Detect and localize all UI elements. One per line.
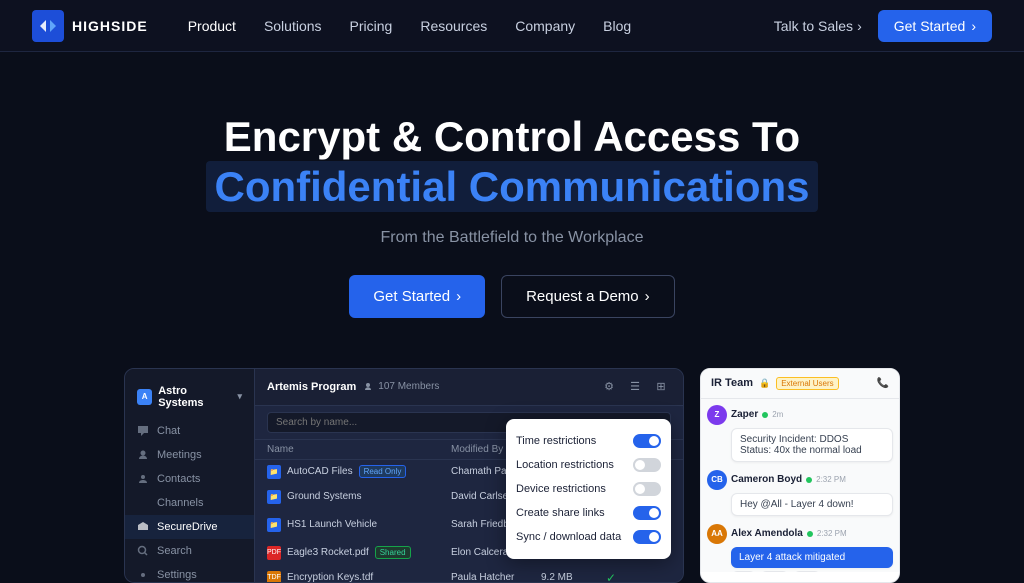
- hero-get-started-button[interactable]: Get Started ›: [349, 275, 485, 318]
- dropdown-item-time: Time restrictions: [516, 429, 661, 453]
- time-restrictions-toggle[interactable]: [633, 434, 661, 448]
- logo-text: HIGHSIDE: [72, 18, 148, 34]
- chat-message: Z Zaper 2m Security Incident: DDOSStatus…: [707, 405, 893, 462]
- nav-actions: Talk to Sales › Get Started ›: [774, 10, 992, 42]
- list-action-icon[interactable]: ☰: [625, 377, 645, 397]
- avatar: CB: [707, 470, 727, 490]
- search-icon: [137, 545, 149, 557]
- file-area-header: Artemis Program 107 Members ⚙ ☰ ⊞: [255, 369, 683, 406]
- logo-icon: [32, 10, 64, 42]
- online-indicator: [806, 477, 812, 483]
- tdf-icon: TDF: [267, 571, 281, 582]
- hero-subtitle: From the Battlefield to the Workplace: [20, 229, 1004, 247]
- message-bubble: Security Incident: DDOSStatus: 40x the n…: [731, 428, 893, 462]
- readonly-badge: Read Only: [359, 465, 407, 478]
- main-file-area: Artemis Program 107 Members ⚙ ☰ ⊞ Name M…: [255, 369, 683, 582]
- online-indicator: [762, 412, 768, 418]
- location-restrictions-toggle[interactable]: [633, 458, 661, 472]
- nav-blog[interactable]: Blog: [603, 18, 631, 34]
- nav-links: Product Solutions Pricing Resources Comp…: [188, 18, 774, 34]
- member-count: 107 Members: [364, 381, 439, 392]
- synced-check: ✓: [606, 571, 671, 582]
- nav-resources[interactable]: Resources: [420, 18, 487, 34]
- contacts-icon: [137, 473, 149, 485]
- file-actions: ⚙ ☰ ⊞: [599, 377, 671, 397]
- avatar: Z: [707, 405, 727, 425]
- pdf-icon: PDF: [267, 546, 281, 560]
- create-share-links-toggle[interactable]: [633, 506, 661, 520]
- chat-room-title: IR Team: [711, 377, 753, 389]
- navigation: HIGHSIDE Product Solutions Pricing Resou…: [0, 0, 1024, 52]
- hero-buttons: Get Started › Request a Demo ›: [20, 275, 1004, 318]
- table-row[interactable]: TDF Encryption Keys.tdf Paula Hatcher 9.…: [255, 566, 683, 582]
- dropdown-item-share: Create share links: [516, 501, 661, 525]
- dropdown-item-location: Location restrictions: [516, 453, 661, 477]
- message-bubble: Hey @All - Layer 4 down!: [731, 493, 893, 516]
- nav-product[interactable]: Product: [188, 18, 236, 34]
- channels-icon: [137, 497, 149, 509]
- nav-company[interactable]: Company: [515, 18, 575, 34]
- org-icon: A: [137, 389, 152, 405]
- logo[interactable]: HIGHSIDE: [32, 10, 148, 42]
- sidebar-item-meetings[interactable]: Meetings: [125, 443, 254, 467]
- restrictions-dropdown: Time restrictions Location restrictions …: [506, 419, 671, 559]
- nav-solutions[interactable]: Solutions: [264, 18, 322, 34]
- external-users-badge: External Users: [776, 377, 838, 390]
- lock-indicator: 🔒: [759, 378, 770, 389]
- folder-icon: 📁: [267, 465, 281, 479]
- members-icon: [364, 382, 374, 392]
- sidebar-item-settings[interactable]: Settings: [125, 563, 254, 583]
- talk-to-sales-button[interactable]: Talk to Sales ›: [774, 18, 862, 34]
- dropdown-item-sync: Sync / download data: [516, 525, 661, 549]
- sidebar-item-securedrive[interactable]: SecureDrive: [125, 515, 254, 539]
- chat-message: CB Cameron Boyd 2:32 PM Hey @All - Layer…: [707, 470, 893, 516]
- reaction-fire[interactable]: 🔥 2: [793, 571, 822, 572]
- message-reactions: ❤ 7 👍 9 🔥 2: [731, 571, 893, 572]
- settings-action-icon[interactable]: ⚙: [599, 377, 619, 397]
- sidebar-item-contacts[interactable]: Contacts: [125, 467, 254, 491]
- message-bubble-highlighted: Layer 4 attack mitigated: [731, 547, 893, 568]
- sidebar-item-search[interactable]: Search: [125, 539, 254, 563]
- folder-icon: 📁: [267, 490, 281, 504]
- get-started-nav-button[interactable]: Get Started ›: [878, 10, 992, 42]
- app-sidebar: A Astro Systems ▾ Chat Meetings Contacts…: [125, 369, 255, 582]
- reaction-heart[interactable]: ❤ 7: [731, 571, 756, 572]
- chat-messages: Z Zaper 2m Security Incident: DDOSStatus…: [701, 399, 899, 572]
- chat-message: AA Alex Amendola 2:32 PM Layer 4 attack …: [707, 524, 893, 572]
- device-restrictions-toggle[interactable]: [633, 482, 661, 496]
- phone-icon[interactable]: 📞: [877, 378, 889, 389]
- securedrive-icon: [137, 521, 149, 533]
- chat-icon: [137, 425, 149, 437]
- chat-header: IR Team 🔒 External Users 📞: [701, 369, 899, 399]
- dropdown-item-device: Device restrictions: [516, 477, 661, 501]
- shared-badge: Shared: [375, 546, 411, 559]
- nav-pricing[interactable]: Pricing: [350, 18, 393, 34]
- hero-section: Encrypt & Control Access To Confidential…: [0, 52, 1024, 358]
- sync-download-toggle[interactable]: [633, 530, 661, 544]
- product-screenshots: A Astro Systems ▾ Chat Meetings Contacts…: [0, 368, 1024, 583]
- program-title: Artemis Program: [267, 381, 356, 393]
- hero-headline: Encrypt & Control Access To Confidential…: [20, 112, 1004, 213]
- sidebar-item-chat[interactable]: Chat: [125, 419, 254, 443]
- chat-screenshot: IR Team 🔒 External Users 📞 Z Zaper 2m Se…: [700, 368, 900, 583]
- org-selector[interactable]: A Astro Systems ▾: [125, 379, 254, 419]
- grid-action-icon[interactable]: ⊞: [651, 377, 671, 397]
- reaction-thumbs[interactable]: 👍 9: [760, 571, 789, 572]
- sidebar-item-channels[interactable]: Channels: [125, 491, 254, 515]
- hero-demo-button[interactable]: Request a Demo ›: [501, 275, 675, 318]
- folder-icon: 📁: [267, 518, 281, 532]
- meetings-icon: [137, 449, 149, 461]
- settings-icon: [137, 569, 149, 581]
- app-screenshot: A Astro Systems ▾ Chat Meetings Contacts…: [124, 368, 684, 583]
